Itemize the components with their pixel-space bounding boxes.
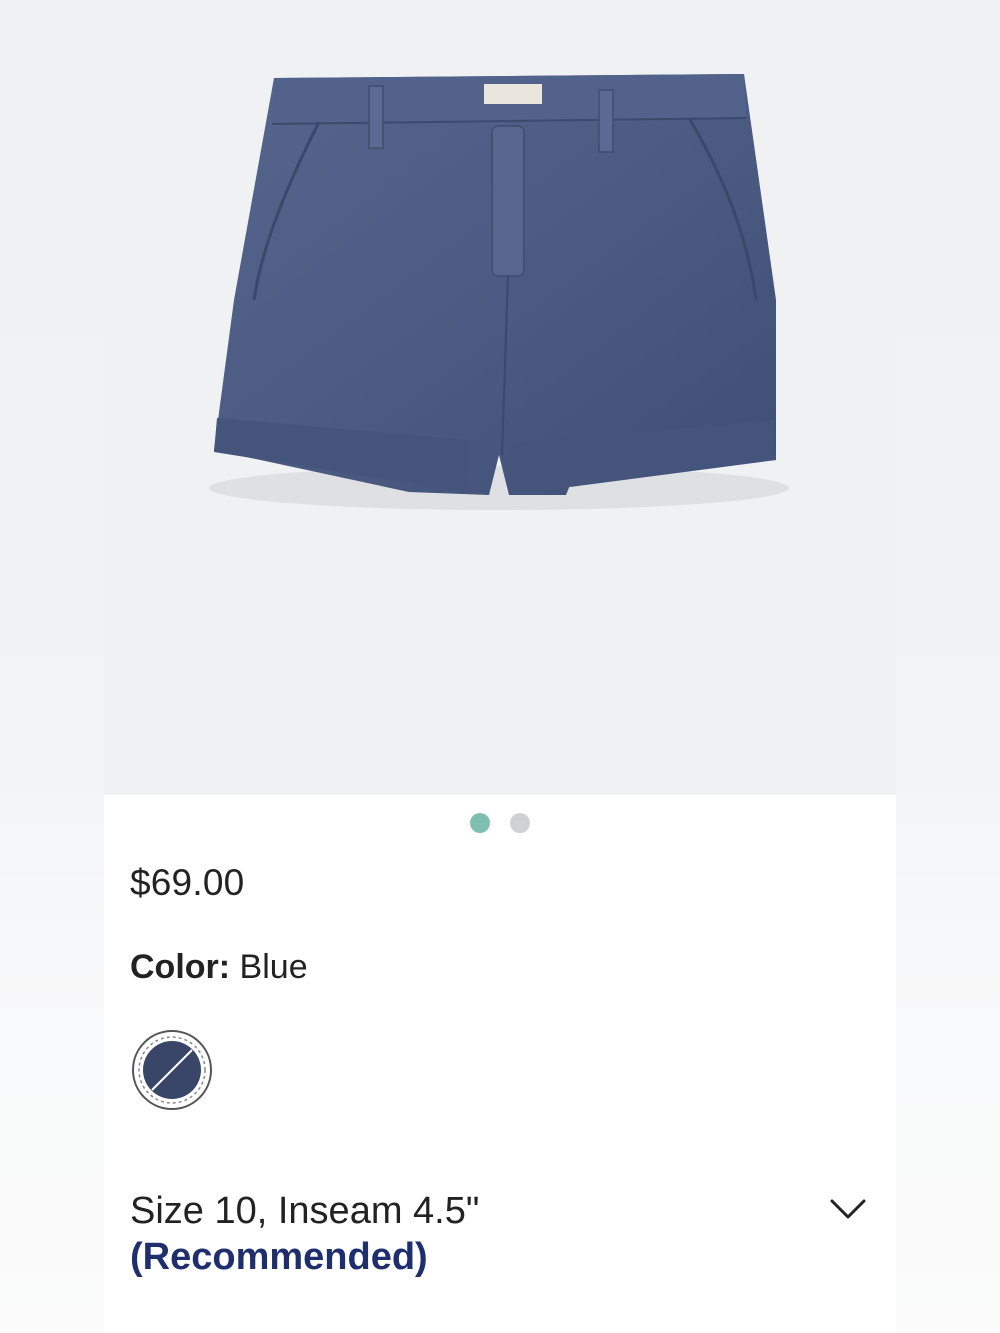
left-backdrop — [0, 0, 104, 1333]
color-selection: Color: Blue — [130, 948, 308, 987]
color-label: Color: — [130, 948, 231, 986]
size-selector[interactable]: Size 10, Inseam 4.5" (Recommended) — [130, 1188, 870, 1280]
color-swatch-icon[interactable] — [132, 1030, 212, 1110]
product-detail-panel: $69.00 Color: Blue Size 10, Inseam 4.5" … — [104, 0, 896, 1333]
carousel-dot[interactable] — [510, 813, 530, 833]
chevron-down-icon[interactable] — [828, 1195, 868, 1225]
right-backdrop — [896, 0, 1000, 1333]
product-price: $69.00 — [130, 862, 245, 903]
product-image[interactable] — [104, 0, 896, 795]
shorts-illustration — [209, 74, 789, 510]
recommended-note: (Recommended) — [130, 1236, 428, 1278]
carousel-dot-active[interactable] — [470, 813, 490, 833]
carousel-indicator — [104, 813, 896, 835]
color-value: Blue — [239, 948, 308, 986]
size-value: Size 10, Inseam 4.5" — [130, 1190, 480, 1232]
